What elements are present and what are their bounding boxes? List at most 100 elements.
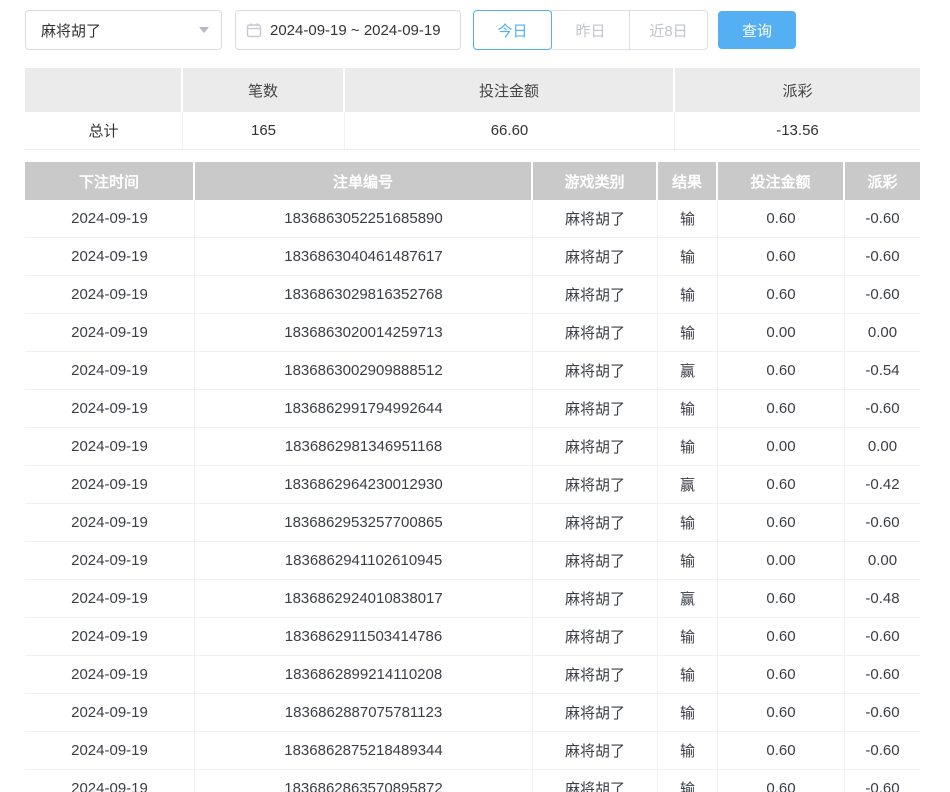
- cell-order-id: 1836862911503414786: [195, 618, 533, 656]
- range-button-today[interactable]: 今日: [473, 10, 552, 50]
- cell-payout: -0.54: [845, 352, 920, 390]
- cell-bet-time: 2024-09-19: [25, 276, 195, 314]
- cell-result: 输: [658, 542, 718, 580]
- table-row: 2024-09-191836862991794992644麻将胡了输0.60-0…: [25, 390, 920, 428]
- cell-bet-time: 2024-09-19: [25, 504, 195, 542]
- chevron-down-icon: [199, 27, 209, 33]
- quick-range-group: 今日 昨日 近8日: [473, 10, 708, 50]
- cell-order-id: 1836862899214110208: [195, 656, 533, 694]
- bet-table-body: 2024-09-191836863052251685890麻将胡了输0.60-0…: [25, 200, 920, 792]
- date-range-input[interactable]: 2024-09-19 ~ 2024-09-19: [235, 10, 461, 50]
- cell-payout: -0.48: [845, 580, 920, 618]
- range-button-last8days[interactable]: 近8日: [629, 10, 708, 50]
- cell-bet-amount: 0.60: [718, 618, 845, 656]
- cell-result: 输: [658, 238, 718, 276]
- summary-table: 笔数 投注金额 派彩 总计 165 66.60 -13.56: [25, 68, 920, 150]
- cell-result: 输: [658, 428, 718, 466]
- game-select[interactable]: 麻将胡了: [25, 10, 222, 50]
- cell-game-type: 麻将胡了: [533, 466, 658, 504]
- table-row: 2024-09-191836862953257700865麻将胡了输0.60-0…: [25, 504, 920, 542]
- cell-order-id: 1836863020014259713: [195, 314, 533, 352]
- column-header-result: 结果: [658, 162, 718, 200]
- cell-payout: -0.60: [845, 276, 920, 314]
- summary-total-label: 总计: [25, 112, 183, 150]
- cell-bet-amount: 0.60: [718, 352, 845, 390]
- table-row: 2024-09-191836863002909888512麻将胡了赢0.60-0…: [25, 352, 920, 390]
- cell-payout: -0.60: [845, 694, 920, 732]
- summary-bet-amount-value: 66.60: [345, 112, 675, 150]
- cell-payout: -0.60: [845, 770, 920, 792]
- range-button-yesterday[interactable]: 昨日: [551, 10, 630, 50]
- cell-order-id: 1836863052251685890: [195, 200, 533, 238]
- cell-game-type: 麻将胡了: [533, 542, 658, 580]
- cell-payout: 0.00: [845, 542, 920, 580]
- cell-result: 输: [658, 694, 718, 732]
- filter-bar: 麻将胡了 2024-09-19 ~ 2024-09-19 今日 昨日 近8日 查…: [0, 0, 950, 50]
- cell-bet-time: 2024-09-19: [25, 428, 195, 466]
- cell-order-id: 1836863029816352768: [195, 276, 533, 314]
- column-header-order-id: 注单编号: [195, 162, 533, 200]
- query-button[interactable]: 查询: [718, 11, 796, 49]
- table-row: 2024-09-191836862941102610945麻将胡了输0.000.…: [25, 542, 920, 580]
- cell-result: 输: [658, 200, 718, 238]
- cell-payout: 0.00: [845, 314, 920, 352]
- cell-bet-amount: 0.60: [718, 694, 845, 732]
- cell-payout: -0.42: [845, 466, 920, 504]
- cell-order-id: 1836862863570895872: [195, 770, 533, 792]
- summary-header-bet-amount: 投注金额: [345, 68, 675, 112]
- column-header-game-type: 游戏类别: [533, 162, 658, 200]
- cell-game-type: 麻将胡了: [533, 656, 658, 694]
- cell-result: 输: [658, 732, 718, 770]
- table-row: 2024-09-191836863040461487617麻将胡了输0.60-0…: [25, 238, 920, 276]
- cell-game-type: 麻将胡了: [533, 352, 658, 390]
- cell-bet-time: 2024-09-19: [25, 466, 195, 504]
- cell-bet-amount: 0.00: [718, 542, 845, 580]
- cell-result: 赢: [658, 352, 718, 390]
- bet-records-table: 下注时间 注单编号 游戏类别 结果 投注金额 派彩 2024-09-191836…: [25, 162, 920, 792]
- table-row: 2024-09-191836863029816352768麻将胡了输0.60-0…: [25, 276, 920, 314]
- cell-bet-amount: 0.60: [718, 732, 845, 770]
- cell-bet-amount: 0.00: [718, 428, 845, 466]
- cell-bet-amount: 0.60: [718, 580, 845, 618]
- table-row: 2024-09-191836862899214110208麻将胡了输0.60-0…: [25, 656, 920, 694]
- cell-bet-amount: 0.60: [718, 276, 845, 314]
- cell-bet-time: 2024-09-19: [25, 618, 195, 656]
- cell-bet-time: 2024-09-19: [25, 352, 195, 390]
- summary-header-count: 笔数: [183, 68, 345, 112]
- cell-bet-amount: 0.60: [718, 238, 845, 276]
- cell-result: 输: [658, 770, 718, 792]
- cell-game-type: 麻将胡了: [533, 276, 658, 314]
- cell-game-type: 麻将胡了: [533, 770, 658, 792]
- cell-payout: -0.60: [845, 656, 920, 694]
- table-row: 2024-09-191836862863570895872麻将胡了输0.60-0…: [25, 770, 920, 792]
- cell-bet-amount: 0.60: [718, 770, 845, 792]
- cell-order-id: 1836862941102610945: [195, 542, 533, 580]
- cell-bet-amount: 0.60: [718, 200, 845, 238]
- summary-count-value: 165: [183, 112, 345, 150]
- cell-payout: -0.60: [845, 504, 920, 542]
- calendar-icon: [246, 22, 262, 38]
- cell-result: 输: [658, 618, 718, 656]
- cell-game-type: 麻将胡了: [533, 238, 658, 276]
- bet-table-header-row: 下注时间 注单编号 游戏类别 结果 投注金额 派彩: [25, 162, 920, 200]
- cell-bet-amount: 0.60: [718, 504, 845, 542]
- cell-order-id: 1836862964230012930: [195, 466, 533, 504]
- cell-game-type: 麻将胡了: [533, 618, 658, 656]
- cell-bet-amount: 0.00: [718, 314, 845, 352]
- cell-game-type: 麻将胡了: [533, 314, 658, 352]
- table-row: 2024-09-191836862981346951168麻将胡了输0.000.…: [25, 428, 920, 466]
- table-row: 2024-09-191836862887075781123麻将胡了输0.60-0…: [25, 694, 920, 732]
- table-row: 2024-09-191836862924010838017麻将胡了赢0.60-0…: [25, 580, 920, 618]
- column-header-bet-amount: 投注金额: [718, 162, 845, 200]
- cell-bet-time: 2024-09-19: [25, 656, 195, 694]
- summary-total-row: 总计 165 66.60 -13.56: [25, 112, 920, 150]
- cell-result: 输: [658, 276, 718, 314]
- summary-payout-value: -13.56: [675, 112, 920, 150]
- column-header-payout: 派彩: [845, 162, 920, 200]
- table-row: 2024-09-191836863052251685890麻将胡了输0.60-0…: [25, 200, 920, 238]
- cell-order-id: 1836862981346951168: [195, 428, 533, 466]
- cell-order-id: 1836863002909888512: [195, 352, 533, 390]
- cell-payout: -0.60: [845, 732, 920, 770]
- cell-result: 输: [658, 656, 718, 694]
- cell-bet-time: 2024-09-19: [25, 314, 195, 352]
